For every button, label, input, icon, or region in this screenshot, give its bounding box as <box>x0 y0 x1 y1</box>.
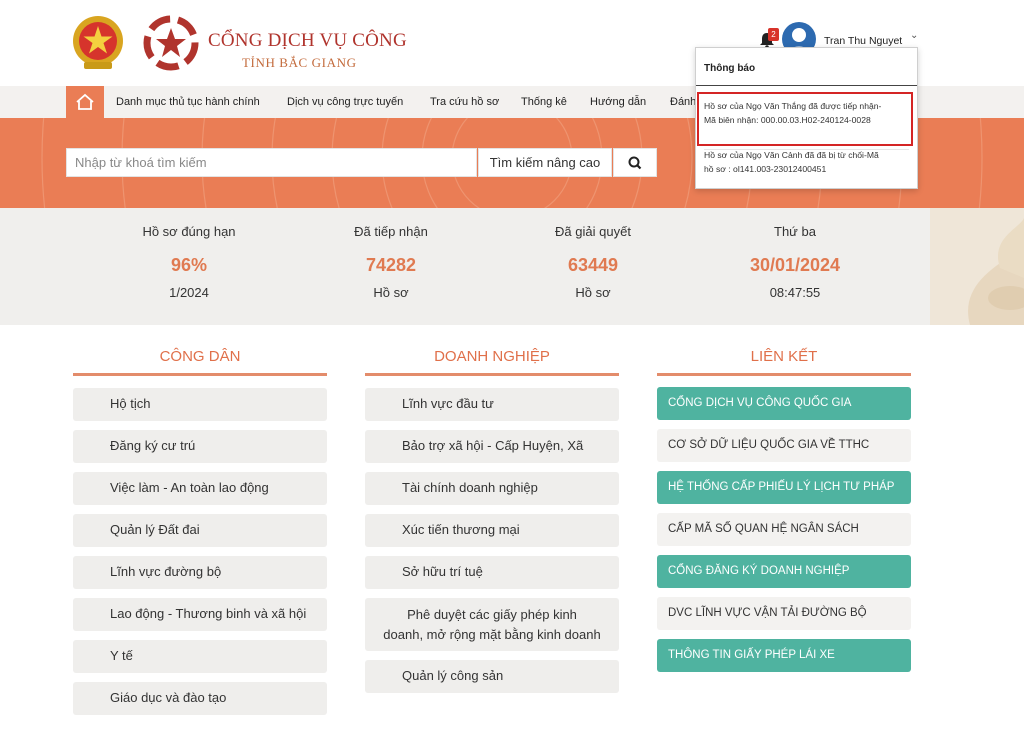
stat-label-received: Đã tiếp nhận <box>354 224 428 239</box>
citizen-item-education[interactable]: Giáo dục và đào tạo <box>73 682 327 715</box>
notification-divider <box>696 85 917 86</box>
nav-item-lookup[interactable]: Tra cứu hồ sơ <box>430 96 499 108</box>
lotus-decoration <box>930 208 1024 325</box>
advanced-search-button[interactable]: Tìm kiếm nâng cao <box>478 148 612 177</box>
citizen-heading: CÔNG DÂN <box>159 348 241 365</box>
citizen-item-health[interactable]: Y tế <box>73 640 327 673</box>
citizen-item-labor[interactable]: Lao động - Thương binh và xã hội <box>73 598 327 631</box>
stat-sub-received: Hồ sơ <box>373 285 409 300</box>
business-item-label: Bảo trợ xã hội - Cấp Huyện, Xã <box>402 438 584 453</box>
citizen-item-label: Hộ tịch <box>110 396 151 411</box>
nav-item-rating[interactable]: Đánh <box>670 96 696 108</box>
business-item-licenses[interactable]: Phê duyệt các giấy phép kinh doanh, mở r… <box>365 598 619 651</box>
business-item-finance[interactable]: Tài chính doanh nghiệp <box>365 472 619 505</box>
notification-line: hồ sơ : ol141.003-23012400451 <box>704 164 827 174</box>
citizen-item-label: Lĩnh vực đường bộ <box>110 564 222 579</box>
nav-item-procedures[interactable]: Danh mục thủ tục hành chính <box>116 96 260 108</box>
user-name[interactable]: Tran Thu Nguyet <box>824 35 902 47</box>
link-budget-code[interactable]: CẤP MÃ SỐ QUAN HỆ NGÂN SÁCH <box>657 513 911 546</box>
portal-logo-icon <box>143 15 199 71</box>
business-item-label: Sở hữu trí tuệ <box>402 564 483 579</box>
stat-sub-resolved: Hồ sơ <box>575 285 611 300</box>
notification-item[interactable]: Hồ sơ của Ngọ Văn Cảnh đã đã bị từ chối-… <box>704 148 909 176</box>
nav-item-statistics[interactable]: Thống kê <box>521 96 567 108</box>
citizen-item-civil-status[interactable]: Hộ tịch <box>73 388 327 421</box>
citizen-item-label: Lao động - Thương binh và xã hội <box>110 606 307 621</box>
link-national-portal[interactable]: CỔNG DỊCH VỤ CÔNG QUỐC GIA <box>657 387 911 420</box>
stat-value-resolved: 63449 <box>567 255 619 275</box>
business-item-investment[interactable]: Lĩnh vực đầu tư <box>365 388 619 421</box>
links-heading: LIÊN KẾT <box>750 348 818 365</box>
business-item-ip[interactable]: Sở hữu trí tuệ <box>365 556 619 589</box>
nav-item-online-services[interactable]: Dịch vụ công trực tuyến <box>287 96 403 108</box>
link-judicial-record[interactable]: HỆ THỐNG CẤP PHIẾU LÝ LỊCH TƯ PHÁP <box>657 471 911 504</box>
business-item-social-protection[interactable]: Bảo trợ xã hội - Cấp Huyện, Xã <box>365 430 619 463</box>
search-icon <box>628 156 642 170</box>
stat-sub-ontime: 1/2024 <box>169 285 209 300</box>
citizen-item-label: Giáo dục và đào tạo <box>110 690 227 705</box>
citizen-item-label: Y tế <box>110 648 133 663</box>
home-icon <box>76 93 94 110</box>
business-item-trade-promotion[interactable]: Xúc tiến thương mại <box>365 514 619 547</box>
business-item-label-line1: Phê duyệt các giấy phép kinh <box>407 607 577 622</box>
business-heading-rule <box>365 373 619 376</box>
citizen-item-land[interactable]: Quản lý Đất đai <box>73 514 327 547</box>
business-item-label: Lĩnh vực đầu tư <box>402 396 494 411</box>
business-heading: DOANH NGHIỆP <box>434 348 550 365</box>
chevron-down-icon[interactable]: ⌄ <box>910 30 918 41</box>
stat-label-resolved: Đã giải quyết <box>555 224 631 239</box>
citizen-item-label: Việc làm - An toàn lao động <box>110 480 269 495</box>
business-item-label: Quản lý công sản <box>402 668 504 683</box>
notification-count-badge: 2 <box>768 28 779 41</box>
stat-value-ontime: 96% <box>170 255 208 275</box>
stat-sub-time: 08:47:55 <box>769 285 821 300</box>
business-item-label-line2: doanh, mở rộng mặt bằng kinh doanh <box>383 627 601 642</box>
links-heading-rule <box>657 373 911 376</box>
link-business-registration[interactable]: CỔNG ĐĂNG KÝ DOANH NGHIỆP <box>657 555 911 588</box>
stat-label-ontime: Hồ sơ đúng hạn <box>142 224 236 239</box>
link-national-database[interactable]: CƠ SỞ DỮ LIỆU QUỐC GIA VỀ TTHC <box>657 429 911 462</box>
citizen-heading-rule <box>73 373 327 376</box>
link-road-transport[interactable]: DVC LĨNH VỰC VẬN TẢI ĐƯỜNG BỘ <box>657 597 911 630</box>
site-title: CỔNG DỊCH VỤ CÔNG <box>208 30 407 51</box>
site-subtitle: TỈNH BẮC GIANG <box>242 55 357 70</box>
national-emblem-icon <box>73 16 123 69</box>
notification-highlight-box <box>697 92 913 146</box>
stat-value-date: 30/01/2024 <box>749 255 841 275</box>
stat-label-weekday: Thứ ba <box>774 224 816 239</box>
business-item-public-assets[interactable]: Quản lý công sản <box>365 660 619 693</box>
notification-title: Thông báo <box>704 63 756 74</box>
business-item-label: Xúc tiến thương mại <box>402 522 520 537</box>
citizen-item-residence[interactable]: Đăng ký cư trú <box>73 430 327 463</box>
citizen-item-employment[interactable]: Việc làm - An toàn lao động <box>73 472 327 505</box>
search-button[interactable] <box>613 148 657 177</box>
nav-item-guide[interactable]: Hướng dẫn <box>590 96 646 108</box>
link-driving-license[interactable]: THÔNG TIN GIẤY PHÉP LÁI XE <box>657 639 911 672</box>
nav-home-button[interactable] <box>66 86 104 118</box>
search-input[interactable]: Nhập từ khoá tìm kiếm <box>66 148 477 177</box>
notification-line: Hồ sơ của Ngọ Văn Cảnh đã đã bị từ chối-… <box>704 150 879 160</box>
citizen-item-roads[interactable]: Lĩnh vực đường bộ <box>73 556 327 589</box>
citizen-item-label: Đăng ký cư trú <box>110 438 196 453</box>
citizen-item-label: Quản lý Đất đai <box>110 522 200 537</box>
business-item-label: Tài chính doanh nghiệp <box>402 480 538 495</box>
stat-value-received: 74282 <box>365 255 417 275</box>
